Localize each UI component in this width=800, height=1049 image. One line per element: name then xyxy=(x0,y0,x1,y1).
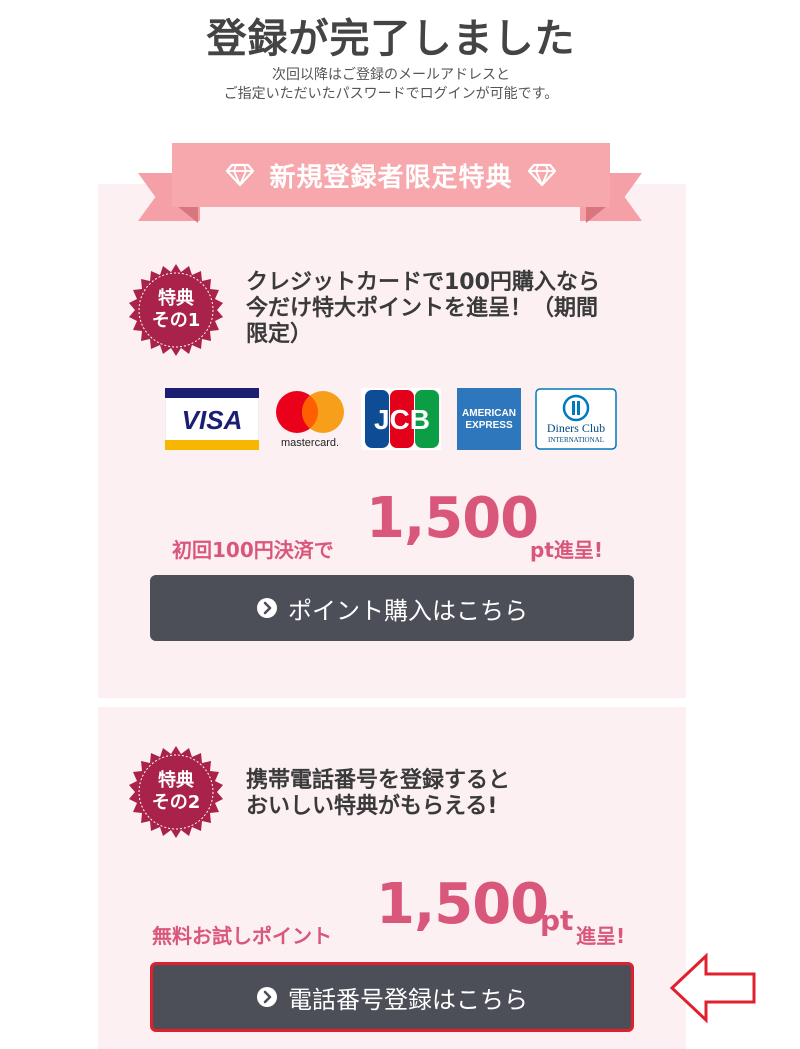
badge-line-1: 特典 xyxy=(158,288,194,309)
badge-line-1: 特典 xyxy=(158,770,194,791)
promo-2-prefix: 無料お試しポイント xyxy=(152,924,332,948)
diamond-icon xyxy=(226,163,255,187)
chevron-circle-icon xyxy=(257,987,277,1007)
benefit-1-text-line-1: クレジットカードで100円購入なら xyxy=(246,270,600,295)
benefit-1-description: クレジットカードで100円購入なら 今だけ特大ポイントを進呈！（期間 限定） xyxy=(246,270,600,348)
subtitle-line-1: 次回以降はご登録のメールアドレスと xyxy=(272,67,510,83)
mastercard-text: mastercard. xyxy=(281,437,339,449)
ribbon-label: 新規登録者限定特典 xyxy=(269,162,513,193)
promo-1-suffix: pt進呈! xyxy=(530,538,603,562)
benefit-badge-1: 特典 その1 xyxy=(128,262,224,358)
badge-line-2: その2 xyxy=(151,792,201,813)
visa-text: VISA xyxy=(182,405,243,435)
chevron-circle-icon xyxy=(257,598,277,618)
promo-1-amount: 1,500 xyxy=(366,486,539,551)
point-purchase-button-label: ポイント購入はこちら xyxy=(288,596,528,625)
jcb-text: JCB xyxy=(374,404,430,435)
promo-1-prefix: 初回100円決済で xyxy=(172,538,334,562)
subtitle-line-2: ご指定いただいたパスワードでログインが可能です。 xyxy=(223,86,559,102)
phone-registration-button-label: 電話番号登録はこちら xyxy=(288,985,528,1014)
benefit-badge-2: 特典 その2 xyxy=(128,744,224,840)
benefit-1-text-line-3: 限定） xyxy=(246,322,313,347)
point-purchase-button[interactable]: ポイント購入はこちら xyxy=(150,575,634,641)
amex-line-2: EXPRESS xyxy=(465,420,513,431)
amex-logo: AMERICAN EXPRESS xyxy=(457,388,521,450)
benefit-2-text-line-2: おいしい特典がもらえる! xyxy=(246,794,498,819)
benefit-2-description: 携帯電話番号を登録すると おいしい特典がもらえる! xyxy=(246,768,510,820)
promo-2-amount: 1,500 xyxy=(376,872,549,937)
benefits-ribbon: 新規登録者限定特典 xyxy=(172,143,610,207)
badge-line-2: その1 xyxy=(151,310,201,331)
page-subtitle: 次回以降はご登録のメールアドレスと ご指定いただいたパスワードでログインが可能で… xyxy=(0,66,782,104)
mastercard-logo: mastercard. xyxy=(276,391,344,449)
page-title: 登録が完了しました xyxy=(206,16,576,62)
diamond-icon xyxy=(527,163,556,187)
benefit-2-text-line-1: 携帯電話番号を登録すると xyxy=(246,768,511,793)
diners-line-2: INTERNATIONAL xyxy=(548,436,604,444)
visa-logo: VISA xyxy=(165,388,259,450)
arrow-left-icon xyxy=(669,952,756,1024)
diners-club-logo: Diners Club INTERNATIONAL xyxy=(535,388,617,450)
phone-registration-button[interactable]: 電話番号登録はこちら xyxy=(150,962,634,1032)
promo-2-pt: pt xyxy=(540,904,574,937)
benefit-1-text-line-2: 今だけ特大ポイントを進呈！（期間 xyxy=(246,296,599,321)
amex-line-1: AMERICAN xyxy=(462,408,516,419)
jcb-logo: JCB xyxy=(361,388,441,450)
diners-line-1: Diners Club xyxy=(547,421,605,435)
promo-2-suffix: 進呈! xyxy=(576,924,626,948)
